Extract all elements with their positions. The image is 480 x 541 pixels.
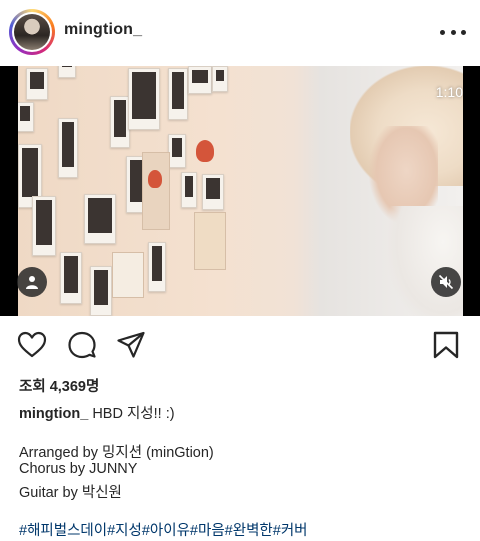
post-header: mingtion_	[0, 0, 480, 66]
video-frame	[18, 66, 463, 316]
muted-speaker-icon[interactable]	[431, 267, 461, 297]
username[interactable]: mingtion_	[64, 21, 142, 39]
avatar-border	[12, 12, 52, 52]
caption: mingtion_ HBD 지성!! :)	[19, 402, 175, 423]
bookmark-icon[interactable]	[431, 330, 461, 360]
avatar-image	[14, 14, 50, 50]
caption-line: Guitar by 박신원	[19, 485, 122, 501]
post-actions	[0, 316, 480, 372]
hashtags[interactable]: #해피벌스데이#지성#아이유#마음#완벽한#커버	[19, 519, 308, 540]
view-count[interactable]: 조회 4,369명	[19, 375, 99, 396]
heart-icon[interactable]	[17, 330, 47, 360]
paper-plane-icon[interactable]	[116, 330, 146, 360]
comment-bubble-icon[interactable]	[67, 330, 97, 360]
video-player[interactable]: 1:10	[0, 66, 480, 316]
user-tag-icon[interactable]	[17, 267, 47, 297]
video-timestamp: 1:10	[435, 84, 463, 100]
caption-text: HBD 지성!! :)	[92, 406, 175, 422]
avatar[interactable]	[9, 9, 55, 55]
caption-username[interactable]: mingtion_	[19, 406, 88, 422]
more-options-icon[interactable]	[440, 24, 466, 40]
caption-line: Arranged by 밍지션 (minGtion)	[19, 445, 214, 461]
caption-line: Chorus by JUNNY	[19, 461, 138, 477]
